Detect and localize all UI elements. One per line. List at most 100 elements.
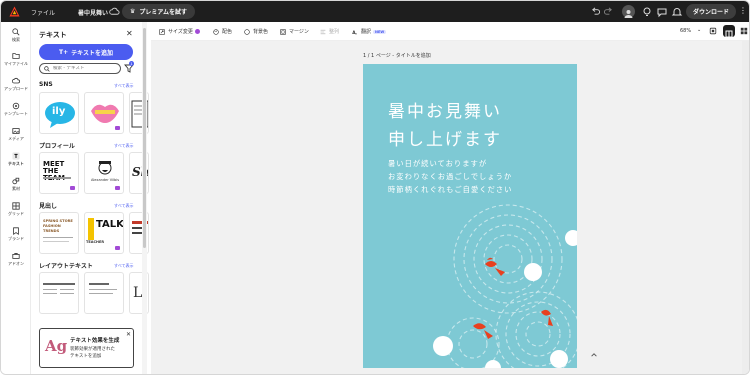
template-icon	[12, 102, 20, 110]
divider	[43, 177, 71, 179]
heading-thumb-teacher-talk[interactable]: TEACHER TALK	[84, 212, 124, 254]
translate-button[interactable]: Aa 翻訳 NEW	[352, 28, 387, 35]
panel-scrollbar[interactable]	[142, 22, 147, 374]
undo-icon[interactable]	[591, 7, 600, 16]
sns-bubble-text: ily	[52, 106, 66, 117]
teacher-text: TEACHER	[86, 240, 105, 244]
teacher-strip	[88, 218, 94, 240]
rail-item-media[interactable]: メディア	[1, 127, 31, 142]
bell-icon[interactable]	[671, 6, 683, 18]
fit-page-icon[interactable]	[709, 27, 717, 35]
greeting-card-page[interactable]: 暑中お見舞い 申し上げます 暑い日が続いておりますが お変わりなくお過ごしでしょ…	[363, 64, 577, 368]
align-icon	[320, 29, 326, 34]
rail-item-upload[interactable]: アップロード	[1, 77, 31, 92]
resize-button[interactable]: サイズ変更	[159, 28, 200, 35]
canvas-scrollbar[interactable]	[742, 41, 749, 374]
text-effects-ag-icon: Ag	[45, 337, 68, 355]
ripples-and-goldfish-illustration	[433, 204, 577, 368]
profile-show-all-link[interactable]: すべて表示	[114, 143, 134, 149]
user-avatar-icon[interactable]	[622, 5, 635, 18]
new-badge: NEW	[373, 29, 387, 34]
media-icon	[12, 128, 20, 134]
divider	[43, 237, 73, 238]
rail-item-grid[interactable]: グリッド	[1, 202, 31, 217]
background-color-icon	[244, 28, 250, 35]
margin-button[interactable]: マージン	[280, 28, 309, 35]
sns-show-all-link[interactable]: すべて表示	[114, 83, 134, 89]
rail-label-brand: ブランド	[8, 236, 24, 241]
rail-item-search[interactable]: 検索	[1, 28, 31, 43]
layout-line	[89, 293, 113, 294]
layout-thumb-1[interactable]	[39, 272, 79, 314]
margin-icon	[280, 28, 286, 35]
color-scheme-button[interactable]: 配色	[213, 28, 232, 35]
rail-label-templates: テンプレート	[4, 111, 28, 116]
search-icon	[44, 65, 50, 72]
chevron-down-icon[interactable]: ⌄	[697, 27, 701, 33]
grid-view-icon[interactable]	[740, 27, 748, 35]
layers-icon[interactable]	[723, 25, 735, 38]
close-icon[interactable]: ✕	[126, 29, 133, 38]
text-icon	[12, 152, 20, 160]
panel-title: テキスト	[39, 31, 67, 39]
adobe-express-logo[interactable]	[9, 6, 20, 17]
layout-line	[43, 293, 57, 294]
top-bar: ファイル 暑中見舞い ♛ プレミアムを試す ダウンロード ⋮	[1, 1, 749, 22]
chevron-up-icon[interactable]	[590, 351, 598, 359]
search-input[interactable]	[53, 66, 113, 71]
text-effects-description: 装飾効果が適用された テキストを追加	[70, 346, 115, 360]
add-text-button[interactable]: T+ テキストを追加	[39, 44, 133, 60]
rail-item-elements[interactable]: 素材	[1, 177, 31, 192]
rail-label-addons: アドオン	[8, 261, 24, 266]
brand-icon	[13, 227, 19, 235]
layout-thumb-2[interactable]	[84, 272, 124, 314]
try-premium-button[interactable]: ♛ プレミアムを試す	[122, 4, 195, 19]
rail-item-brand[interactable]: ブランド	[1, 227, 31, 242]
svg-text:a: a	[355, 31, 357, 35]
search-icon	[12, 28, 20, 36]
background-color-button[interactable]: 背景色	[244, 28, 268, 35]
layout-line	[89, 289, 117, 290]
align-button[interactable]: 整列	[320, 28, 339, 35]
premium-label: プレミアムを試す	[139, 9, 187, 16]
profile-thumb-meet-team[interactable]: MEET THE TEAM	[39, 152, 79, 194]
text-search-field[interactable]	[39, 63, 121, 74]
upload-icon	[12, 77, 20, 84]
rail-item-text[interactable]: テキスト	[1, 152, 31, 167]
profile-thumb-portrait[interactable]: Alexander Vilbis	[84, 152, 124, 194]
rail-item-addons[interactable]: アドオン	[1, 252, 31, 267]
resize-label: サイズ変更	[168, 29, 193, 35]
redo-icon[interactable]	[604, 7, 613, 16]
rail-item-my-files[interactable]: マイファイル	[1, 52, 31, 67]
text-effects-card[interactable]: Ag テキスト効果を生成 装飾効果が適用された テキストを追加 ✕	[39, 328, 134, 368]
panel-scrollbar-thumb[interactable]	[143, 28, 146, 248]
rail-label-upload: アップロード	[4, 86, 28, 91]
text-effects-desc-line2: テキストを追加	[70, 354, 102, 359]
document-title[interactable]: 暑中見舞い	[75, 6, 111, 19]
add-text-label: テキストを追加	[71, 49, 113, 57]
close-icon[interactable]: ✕	[126, 331, 131, 338]
app-window: ファイル 暑中見舞い ♛ プレミアムを試す ダウンロード ⋮ 検索 マイファイル…	[0, 0, 750, 375]
canvas-area: 1 / 1 ページ - タイトルを追加 暑中お見舞い 申し上げます 暑い日が続い…	[151, 41, 749, 374]
download-button[interactable]: ダウンロード	[686, 4, 736, 19]
lightbulb-icon[interactable]	[641, 6, 653, 18]
premium-crown-icon	[70, 186, 75, 190]
comment-icon[interactable]	[656, 6, 668, 18]
premium-crown-icon	[115, 186, 120, 190]
sns-thumb-speech-bubble[interactable]: ily	[39, 92, 79, 134]
headings-show-all-link[interactable]: すべて表示	[114, 203, 134, 209]
filter-count-badge: 1	[129, 61, 134, 66]
crown-icon: ♛	[130, 8, 136, 15]
rail-item-templates[interactable]: テンプレート	[1, 102, 31, 117]
layout-text-show-all-link[interactable]: すべて表示	[114, 263, 134, 269]
layout-line	[60, 289, 74, 290]
zoom-level[interactable]: 68%	[680, 28, 691, 34]
heading-thumb-fashion[interactable]: SPRING STORE FASHION TRENDS	[39, 212, 79, 254]
file-menu-button[interactable]: ファイル	[28, 6, 58, 19]
sns-thumb-lips[interactable]	[84, 92, 124, 134]
goldfish-icon	[485, 257, 505, 276]
page-label[interactable]: 1 / 1 ページ - タイトルを追加	[363, 52, 431, 59]
translate-icon: Aa	[352, 29, 357, 35]
cloud-icon[interactable]	[109, 6, 120, 17]
more-options-icon[interactable]: ⋮	[739, 7, 747, 15]
